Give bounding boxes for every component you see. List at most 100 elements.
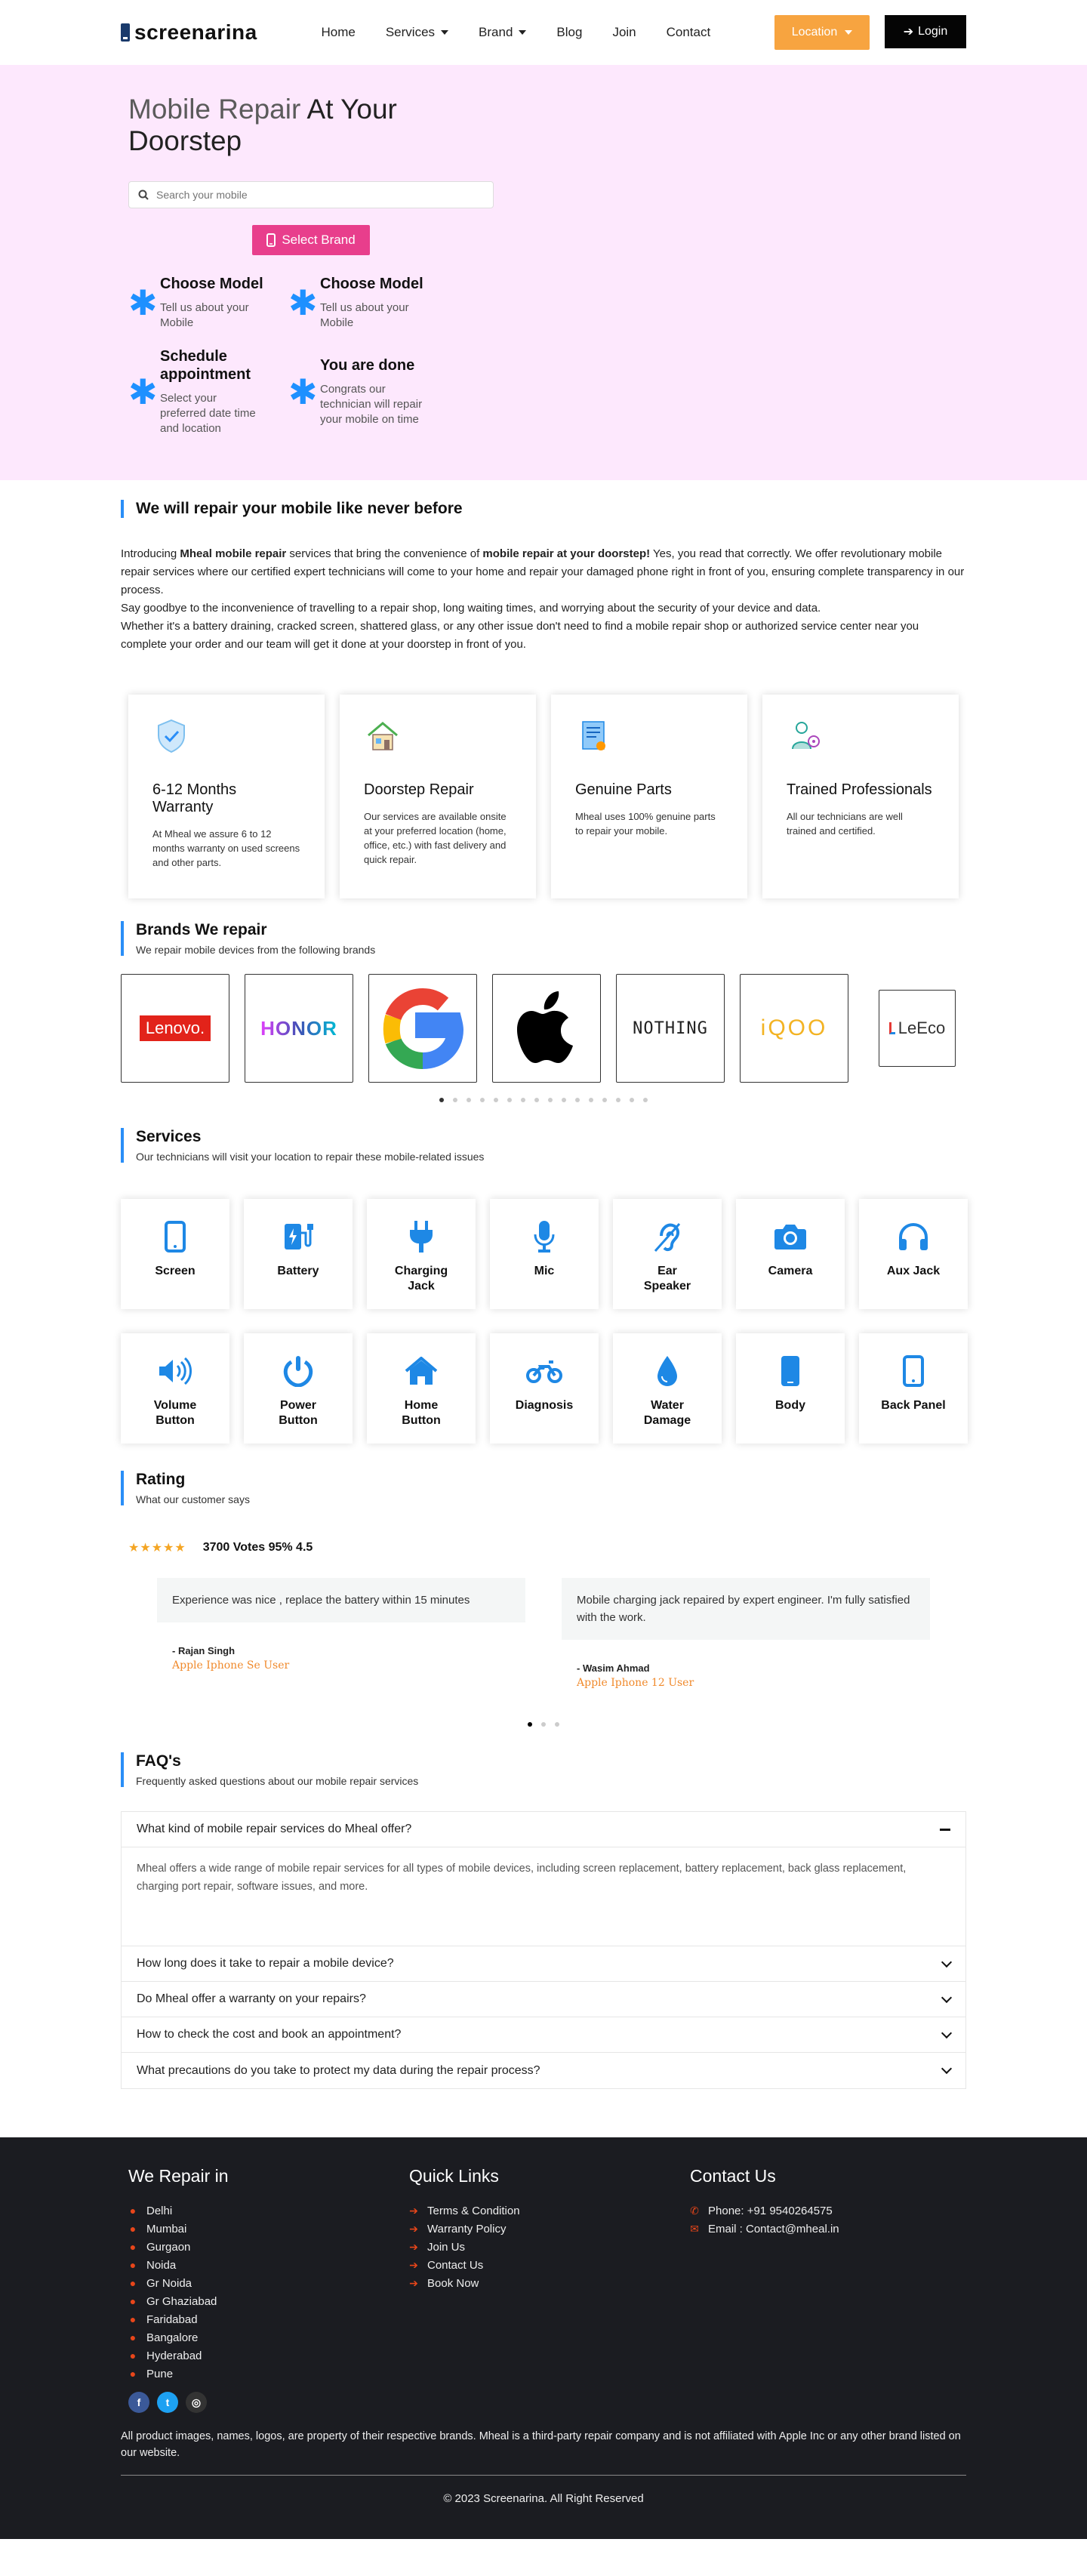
- carousel-dot-active[interactable]: [439, 1098, 444, 1102]
- footer-link[interactable]: ➔ Contact Us: [409, 2256, 690, 2274]
- city-link[interactable]: ● Hyderabad: [128, 2346, 409, 2365]
- technician-icon: [792, 722, 820, 750]
- twitter-icon[interactable]: t: [157, 2392, 178, 2413]
- nav-blog[interactable]: Blog: [556, 25, 582, 40]
- carousel-dot[interactable]: [507, 1098, 512, 1102]
- city-link[interactable]: ● Bangalore: [128, 2328, 409, 2346]
- service-card-battery[interactable]: Battery: [244, 1199, 353, 1309]
- email-link[interactable]: ✉ Email : Contact@mheal.in: [690, 2220, 971, 2238]
- carousel-dot[interactable]: [562, 1098, 566, 1102]
- carousel-dot-active[interactable]: [528, 1722, 532, 1727]
- city-link[interactable]: ● Gurgaon: [128, 2238, 409, 2256]
- city-link[interactable]: ● Delhi: [128, 2202, 409, 2220]
- carousel-dot[interactable]: [453, 1098, 457, 1102]
- carousel-dot[interactable]: [589, 1098, 593, 1102]
- footer-link[interactable]: ➔ Warranty Policy: [409, 2220, 690, 2238]
- service-card-ear-speaker[interactable]: Ear Speaker: [613, 1199, 722, 1309]
- select-brand-button[interactable]: Select Brand: [252, 225, 370, 255]
- instagram-icon[interactable]: ◎: [186, 2392, 207, 2413]
- feature-title: Genuine Parts: [575, 781, 672, 798]
- nav-join[interactable]: Join: [612, 25, 636, 40]
- carousel-dot[interactable]: [602, 1098, 607, 1102]
- testimonial-quote: Mobile charging jack repaired by expert …: [562, 1578, 930, 1640]
- service-card-water-damage[interactable]: Water Damage: [613, 1333, 722, 1444]
- service-card-home-button[interactable]: Home Button: [367, 1333, 476, 1444]
- login-button[interactable]: ➔ Login: [884, 15, 966, 48]
- faq-question[interactable]: How long does it take to repair a mobile…: [122, 1946, 965, 1982]
- city-link[interactable]: ● Gr Noida: [128, 2274, 409, 2292]
- carousel-dot[interactable]: [534, 1098, 539, 1102]
- city-link[interactable]: ● Mumbai: [128, 2220, 409, 2238]
- testimonial-quote: Experience was nice , replace the batter…: [157, 1578, 525, 1622]
- carousel-dot[interactable]: [630, 1098, 634, 1102]
- features-row: 6-12 Months Warranty At Mheal we assure …: [0, 654, 1087, 898]
- site-logo[interactable]: screenarina: [121, 20, 257, 45]
- mobile-search[interactable]: [128, 181, 494, 208]
- carousel-dot[interactable]: [616, 1098, 620, 1102]
- arrow-right-icon: ➔: [409, 2204, 418, 2217]
- brand-card-lenovo[interactable]: Lenovo.: [121, 974, 229, 1083]
- brand-card-google[interactable]: [368, 974, 477, 1083]
- carousel-dot[interactable]: [494, 1098, 498, 1102]
- camera-icon: [774, 1225, 806, 1249]
- nav-contact[interactable]: Contact: [667, 25, 711, 40]
- facebook-icon[interactable]: f: [128, 2392, 149, 2413]
- faq-question[interactable]: How to check the cost and book an appoin…: [122, 2017, 965, 2053]
- intro-section: We will repair your mobile like never be…: [0, 480, 1087, 654]
- city-link[interactable]: ● Noida: [128, 2256, 409, 2274]
- map-pin-icon: ●: [129, 2277, 137, 2289]
- step-item: ✱ You are done Congrats our technician wi…: [288, 347, 448, 436]
- select-brand-label: Select Brand: [282, 233, 356, 247]
- carousel-dot[interactable]: [541, 1722, 546, 1727]
- service-card-aux-jack[interactable]: Aux Jack: [859, 1199, 968, 1309]
- service-card-screen[interactable]: Screen: [121, 1199, 229, 1309]
- microphone-icon: [534, 1221, 555, 1253]
- city-name: Gr Noida: [146, 2276, 192, 2290]
- step-title: Choose Model: [320, 276, 423, 292]
- carousel-dot[interactable]: [467, 1098, 471, 1102]
- footer-link[interactable]: ➔ Book Now: [409, 2274, 690, 2292]
- footer-divider: [121, 2475, 966, 2476]
- site-header: screenarina Home Services Brand Blog Joi…: [0, 0, 1087, 65]
- carousel-dot[interactable]: [521, 1098, 525, 1102]
- phone-link[interactable]: ✆ Phone: +91 9540264575: [690, 2202, 971, 2220]
- nothing-logo: NOTHING: [633, 1018, 708, 1038]
- service-card-camera[interactable]: Camera: [736, 1199, 845, 1309]
- brand-card-leeco[interactable]: LeEco: [879, 990, 956, 1067]
- faq-question[interactable]: What precautions do you take to protect …: [122, 2053, 965, 2088]
- service-card-diagnosis[interactable]: Diagnosis: [490, 1333, 599, 1444]
- map-pin-icon: ●: [129, 2259, 137, 2271]
- service-card-power-button[interactable]: Power Button: [244, 1333, 353, 1444]
- nav-home[interactable]: Home: [321, 25, 355, 40]
- service-card-volume-button[interactable]: Volume Button: [121, 1333, 229, 1444]
- city-link[interactable]: ● Pune: [128, 2365, 409, 2383]
- service-card-mic[interactable]: Mic: [490, 1199, 599, 1309]
- brand-card-honor[interactable]: HONOR: [245, 974, 353, 1083]
- brand-card-apple[interactable]: [492, 974, 601, 1083]
- faq-question[interactable]: Do Mheal offer a warranty on your repair…: [122, 1982, 965, 2017]
- brand-card-iqoo[interactable]: iQOO: [740, 974, 848, 1083]
- city-link[interactable]: ● Faridabad: [128, 2310, 409, 2328]
- brand-card-nothing[interactable]: NOTHING: [616, 974, 725, 1083]
- location-button[interactable]: Location: [774, 15, 870, 50]
- carousel-dot[interactable]: [575, 1098, 580, 1102]
- city-name: Gr Ghaziabad: [146, 2294, 217, 2308]
- service-card-back-panel[interactable]: Back Panel: [859, 1333, 968, 1444]
- nav-services[interactable]: Services: [386, 25, 449, 40]
- carousel-dot[interactable]: [555, 1722, 559, 1727]
- intro-title: We will repair your mobile like never be…: [136, 500, 463, 517]
- service-card-charging-jack[interactable]: Charging Jack: [367, 1199, 476, 1309]
- footer-link[interactable]: ➔ Join Us: [409, 2238, 690, 2256]
- service-card-body[interactable]: Body: [736, 1333, 845, 1444]
- brands-subtitle: We repair mobile devices from the follow…: [136, 944, 376, 956]
- search-input[interactable]: [156, 189, 458, 201]
- city-link[interactable]: ● Gr Ghaziabad: [128, 2292, 409, 2310]
- leeco-logo-icon: [888, 1022, 895, 1034]
- votes-text: 3700 Votes 95% 4.5: [202, 1541, 313, 1554]
- faq-question-expanded[interactable]: What kind of mobile repair services do M…: [122, 1812, 965, 1847]
- carousel-dot[interactable]: [548, 1098, 553, 1102]
- footer-link[interactable]: ➔ Terms & Condition: [409, 2202, 690, 2220]
- carousel-dot[interactable]: [480, 1098, 485, 1102]
- carousel-dot[interactable]: [643, 1098, 648, 1102]
- nav-brand[interactable]: Brand: [479, 25, 527, 40]
